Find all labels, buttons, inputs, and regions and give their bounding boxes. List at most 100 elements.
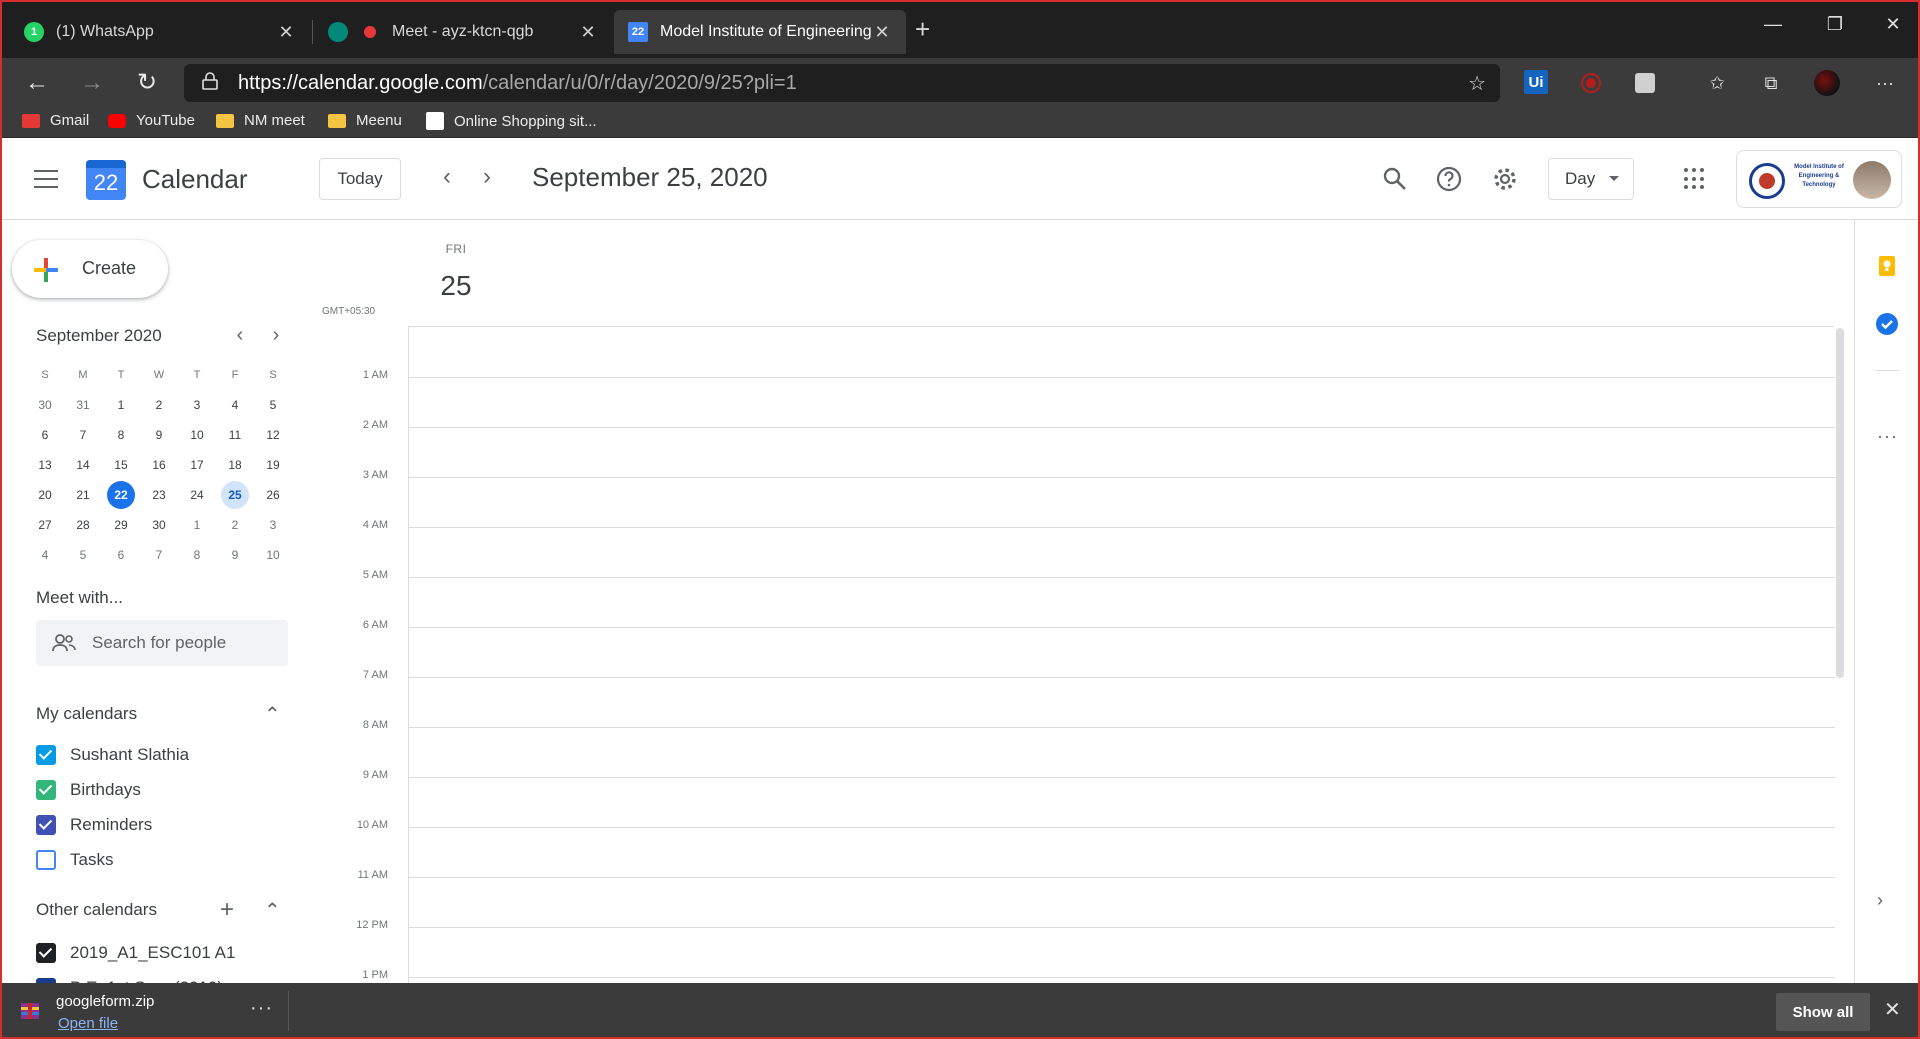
record-extension-icon[interactable] [1578,70,1604,96]
favorite-star-icon[interactable]: ☆ [1468,71,1486,96]
mini-calendar-day[interactable]: 31 [64,391,102,419]
mini-calendar-day[interactable]: 25 [216,481,254,509]
calendar-list-item[interactable]: Reminders [36,812,152,838]
mini-calendar-day[interactable]: 22 [102,481,140,509]
new-tab-icon[interactable]: + [915,16,930,42]
favorites-icon[interactable]: ✩ [1704,70,1730,96]
mini-calendar-day[interactable]: 6 [102,541,140,569]
mini-calendar-day[interactable]: 26 [254,481,292,509]
view-selector[interactable]: Day [1548,158,1634,200]
time-grid[interactable] [408,326,1835,983]
user-avatar[interactable] [1853,161,1891,199]
collapse-my-calendars-icon[interactable]: ⌃ [264,702,281,727]
mini-calendar-day[interactable]: 30 [26,391,64,419]
mini-calendar-day[interactable]: 1 [178,511,216,539]
mini-calendar-day[interactable]: 3 [178,391,216,419]
restore-icon[interactable]: ❐ [1820,14,1850,35]
tab-whatsapp[interactable]: 1 (1) WhatsApp ✕ [10,10,310,54]
calendar-list-item[interactable]: Sushant Slathia [36,742,189,768]
mini-calendar-day[interactable]: 18 [216,451,254,479]
search-icon[interactable] [1382,166,1408,192]
mini-calendar-day[interactable]: 29 [102,511,140,539]
mini-calendar-day[interactable]: 8 [178,541,216,569]
calendar-checkbox[interactable] [36,815,56,835]
mini-calendar-day[interactable]: 20 [26,481,64,509]
download-filename[interactable]: googleform.zip [56,993,154,1010]
close-tab-icon[interactable]: ✕ [276,22,296,43]
mini-calendar-day[interactable]: 16 [140,451,178,479]
tasks-icon[interactable] [1875,312,1899,336]
profile-avatar-icon[interactable] [1814,70,1840,96]
mini-calendar-day[interactable]: 24 [178,481,216,509]
mini-next-month-icon[interactable]: › [264,324,288,347]
download-options-icon[interactable]: ··· [250,997,273,1020]
puzzle-extension-icon[interactable] [1632,70,1658,96]
my-calendars-heading[interactable]: My calendars [36,704,137,724]
mini-prev-month-icon[interactable]: ‹ [228,324,252,347]
mini-calendar-day[interactable]: 2 [216,511,254,539]
calendar-checkbox[interactable] [36,780,56,800]
mini-calendar-day[interactable]: 4 [26,541,64,569]
mini-calendar-day[interactable]: 7 [64,421,102,449]
mini-calendar-day[interactable]: 10 [254,541,292,569]
mini-calendar-day[interactable]: 28 [64,511,102,539]
bookmark-nm-meet[interactable]: NM meet [216,112,305,129]
bookmark-gmail[interactable]: Gmail [22,112,89,129]
mini-calendar-day[interactable]: 23 [140,481,178,509]
mini-calendar-day[interactable]: 14 [64,451,102,479]
mini-calendar-day[interactable]: 6 [26,421,64,449]
tab-calendar[interactable]: 22 Model Institute of Engineering & ✕ [614,10,906,54]
day-header[interactable]: FRI 25 [424,242,488,302]
mini-calendar-day[interactable]: 9 [216,541,254,569]
other-calendars-heading[interactable]: Other calendars [36,900,157,920]
mini-calendar-day[interactable]: 13 [26,451,64,479]
calendar-checkbox[interactable] [36,943,56,963]
show-all-button[interactable]: Show all [1776,993,1870,1031]
mini-calendar-day[interactable]: 2 [140,391,178,419]
calendar-list-item[interactable]: Tasks [36,847,113,873]
mini-calendar-day[interactable]: 27 [26,511,64,539]
collapse-other-calendars-icon[interactable]: ⌃ [264,898,281,923]
mini-calendar-day[interactable]: 12 [254,421,292,449]
next-period-icon[interactable]: › [474,164,500,190]
close-tab-icon[interactable]: ✕ [578,22,598,43]
url-field[interactable]: https://calendar.google.com/calendar/u/0… [184,64,1500,102]
mini-calendar-day[interactable]: 4 [216,391,254,419]
mini-calendar-day[interactable]: 17 [178,451,216,479]
create-button[interactable]: Create [12,240,168,298]
bookmark-meenu[interactable]: Meenu [328,112,402,129]
mini-calendar-day[interactable]: 9 [140,421,178,449]
close-download-bar-icon[interactable]: ✕ [1884,997,1901,1022]
forward-icon[interactable]: → [77,69,107,97]
search-people-input[interactable]: Search for people [36,620,288,666]
settings-gear-icon[interactable] [1492,166,1518,192]
keep-icon[interactable] [1875,254,1899,278]
bookmark-online-shopping[interactable]: Online Shopping sit... [426,112,597,130]
open-file-link[interactable]: Open file [58,1015,118,1032]
reload-icon[interactable]: ↻ [132,69,162,97]
mini-calendar-day[interactable]: 21 [64,481,102,509]
mini-calendar-day[interactable]: 15 [102,451,140,479]
calendar-checkbox[interactable] [36,850,56,870]
minimize-icon[interactable]: — [1758,14,1788,35]
mini-calendar-day[interactable]: 5 [254,391,292,419]
back-icon[interactable]: ← [22,69,52,97]
bookmark-youtube[interactable]: YouTube [108,112,195,129]
mini-calendar-day[interactable]: 7 [140,541,178,569]
calendar-list-item[interactable]: Birthdays [36,777,141,803]
ui-extension-icon[interactable]: Ui [1524,70,1548,94]
tab-meet[interactable]: Meet - ayz-ktcn-qgb ✕ [314,10,612,54]
mini-calendar-day[interactable]: 30 [140,511,178,539]
calendar-checkbox[interactable] [36,745,56,765]
main-menu-icon[interactable] [34,170,58,188]
more-addons-icon[interactable]: ··· [1877,426,1898,447]
add-calendar-icon[interactable]: + [220,896,234,924]
mini-calendar-day[interactable]: 5 [64,541,102,569]
mini-calendar-day[interactable]: 19 [254,451,292,479]
mini-calendar-day[interactable]: 3 [254,511,292,539]
mini-calendar-day[interactable]: 1 [102,391,140,419]
previous-period-icon[interactable]: ‹ [434,164,460,190]
close-window-icon[interactable]: ✕ [1878,14,1908,35]
mini-calendar-day[interactable]: 11 [216,421,254,449]
grid-scrollbar[interactable] [1836,328,1844,678]
